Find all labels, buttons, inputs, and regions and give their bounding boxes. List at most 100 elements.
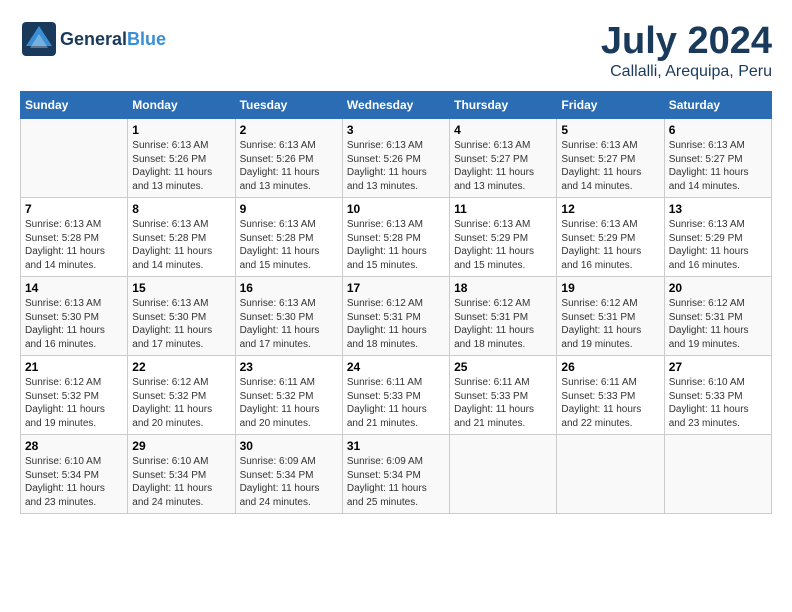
cell-info-text: Sunrise: 6:12 AM Sunset: 5:31 PM Dayligh… (454, 297, 552, 351)
day-header-thursday: Thursday (450, 92, 557, 119)
cell-info-text: Sunrise: 6:12 AM Sunset: 5:32 PM Dayligh… (132, 376, 230, 430)
calendar-cell: 20 Sunrise: 6:12 AM Sunset: 5:31 PM Dayli… (664, 277, 771, 356)
cell-date-number: 21 (25, 360, 123, 374)
calendar-cell: 5 Sunrise: 6:13 AM Sunset: 5:27 PM Daylig… (557, 119, 664, 198)
calendar-table: SundayMondayTuesdayWednesdayThursdayFrid… (20, 91, 772, 514)
calendar-cell: 16 Sunrise: 6:13 AM Sunset: 5:30 PM Dayli… (235, 277, 342, 356)
calendar-cell: 21 Sunrise: 6:12 AM Sunset: 5:32 PM Dayli… (21, 356, 128, 435)
cell-date-number: 18 (454, 281, 552, 295)
cell-date-number: 20 (669, 281, 767, 295)
cell-info-text: Sunrise: 6:09 AM Sunset: 5:34 PM Dayligh… (240, 455, 338, 509)
cell-info-text: Sunrise: 6:11 AM Sunset: 5:33 PM Dayligh… (347, 376, 445, 430)
cell-info-text: Sunrise: 6:10 AM Sunset: 5:34 PM Dayligh… (25, 455, 123, 509)
calendar-cell: 24 Sunrise: 6:11 AM Sunset: 5:33 PM Dayli… (342, 356, 449, 435)
cell-date-number: 5 (561, 123, 659, 137)
cell-date-number: 7 (25, 202, 123, 216)
cell-info-text: Sunrise: 6:11 AM Sunset: 5:33 PM Dayligh… (454, 376, 552, 430)
calendar-cell: 10Sunrise: 6:13 AM Sunset: 5:28 PM Dayli… (342, 198, 449, 277)
calendar-header-row: SundayMondayTuesdayWednesdayThursdayFrid… (21, 92, 772, 119)
calendar-cell: 14Sunrise: 6:13 AM Sunset: 5:30 PM Dayli… (21, 277, 128, 356)
calendar-cell: 29 Sunrise: 6:10 AM Sunset: 5:34 PM Dayli… (128, 435, 235, 514)
day-header-tuesday: Tuesday (235, 92, 342, 119)
cell-info-text: Sunrise: 6:13 AM Sunset: 5:28 PM Dayligh… (347, 218, 445, 272)
calendar-cell: 2 Sunrise: 6:13 AM Sunset: 5:26 PM Daylig… (235, 119, 342, 198)
calendar-cell (450, 435, 557, 514)
calendar-cell: 30 Sunrise: 6:09 AM Sunset: 5:34 PM Dayli… (235, 435, 342, 514)
cell-info-text: Sunrise: 6:13 AM Sunset: 5:28 PM Dayligh… (25, 218, 123, 272)
calendar-cell (21, 119, 128, 198)
day-header-sunday: Sunday (21, 92, 128, 119)
calendar-cell: 26 Sunrise: 6:11 AM Sunset: 5:33 PM Dayli… (557, 356, 664, 435)
calendar-cell: 17 Sunrise: 6:12 AM Sunset: 5:31 PM Dayli… (342, 277, 449, 356)
cell-info-text: Sunrise: 6:13 AM Sunset: 5:27 PM Dayligh… (561, 139, 659, 193)
cell-info-text: Sunrise: 6:13 AM Sunset: 5:27 PM Dayligh… (454, 139, 552, 193)
calendar-cell: 19Sunrise: 6:12 AM Sunset: 5:31 PM Dayli… (557, 277, 664, 356)
cell-date-number: 17 (347, 281, 445, 295)
cell-date-number: 9 (240, 202, 338, 216)
cell-date-number: 12 (561, 202, 659, 216)
logo: GeneralBlue (20, 20, 166, 58)
calendar-cell: 6Sunrise: 6:13 AM Sunset: 5:27 PM Daylig… (664, 119, 771, 198)
cell-date-number: 26 (561, 360, 659, 374)
cell-date-number: 8 (132, 202, 230, 216)
cell-info-text: Sunrise: 6:12 AM Sunset: 5:32 PM Dayligh… (25, 376, 123, 430)
calendar-cell: 9Sunrise: 6:13 AM Sunset: 5:28 PM Daylig… (235, 198, 342, 277)
cell-info-text: Sunrise: 6:13 AM Sunset: 5:29 PM Dayligh… (669, 218, 767, 272)
calendar-cell: 4 Sunrise: 6:13 AM Sunset: 5:27 PM Daylig… (450, 119, 557, 198)
calendar-cell: 13 Sunrise: 6:13 AM Sunset: 5:29 PM Dayli… (664, 198, 771, 277)
cell-info-text: Sunrise: 6:09 AM Sunset: 5:34 PM Dayligh… (347, 455, 445, 509)
calendar-week-4: 21 Sunrise: 6:12 AM Sunset: 5:32 PM Dayli… (21, 356, 772, 435)
cell-date-number: 28 (25, 439, 123, 453)
calendar-week-2: 7 Sunrise: 6:13 AM Sunset: 5:28 PM Daylig… (21, 198, 772, 277)
calendar-cell: 7 Sunrise: 6:13 AM Sunset: 5:28 PM Daylig… (21, 198, 128, 277)
calendar-title: July 2024 (601, 20, 772, 63)
day-header-monday: Monday (128, 92, 235, 119)
cell-info-text: Sunrise: 6:13 AM Sunset: 5:26 PM Dayligh… (132, 139, 230, 193)
logo-text: GeneralBlue (60, 29, 166, 50)
cell-date-number: 13 (669, 202, 767, 216)
cell-info-text: Sunrise: 6:11 AM Sunset: 5:33 PM Dayligh… (561, 376, 659, 430)
cell-date-number: 1 (132, 123, 230, 137)
cell-date-number: 16 (240, 281, 338, 295)
cell-date-number: 11 (454, 202, 552, 216)
cell-date-number: 24 (347, 360, 445, 374)
cell-info-text: Sunrise: 6:13 AM Sunset: 5:29 PM Dayligh… (561, 218, 659, 272)
cell-date-number: 4 (454, 123, 552, 137)
title-block: July 2024 Callalli, Arequipa, Peru (601, 20, 772, 81)
cell-date-number: 27 (669, 360, 767, 374)
cell-date-number: 2 (240, 123, 338, 137)
page-header: GeneralBlue July 2024 Callalli, Arequipa… (20, 20, 772, 81)
calendar-cell: 22Sunrise: 6:12 AM Sunset: 5:32 PM Dayli… (128, 356, 235, 435)
calendar-cell: 3Sunrise: 6:13 AM Sunset: 5:26 PM Daylig… (342, 119, 449, 198)
cell-info-text: Sunrise: 6:13 AM Sunset: 5:30 PM Dayligh… (240, 297, 338, 351)
calendar-cell (557, 435, 664, 514)
cell-info-text: Sunrise: 6:13 AM Sunset: 5:26 PM Dayligh… (240, 139, 338, 193)
cell-info-text: Sunrise: 6:12 AM Sunset: 5:31 PM Dayligh… (669, 297, 767, 351)
cell-date-number: 25 (454, 360, 552, 374)
cell-info-text: Sunrise: 6:12 AM Sunset: 5:31 PM Dayligh… (347, 297, 445, 351)
calendar-cell: 15Sunrise: 6:13 AM Sunset: 5:30 PM Dayli… (128, 277, 235, 356)
cell-info-text: Sunrise: 6:13 AM Sunset: 5:29 PM Dayligh… (454, 218, 552, 272)
calendar-cell: 18 Sunrise: 6:12 AM Sunset: 5:31 PM Dayli… (450, 277, 557, 356)
day-header-saturday: Saturday (664, 92, 771, 119)
cell-date-number: 6 (669, 123, 767, 137)
calendar-cell: 1 Sunrise: 6:13 AM Sunset: 5:26 PM Daylig… (128, 119, 235, 198)
calendar-subtitle: Callalli, Arequipa, Peru (601, 63, 772, 81)
calendar-cell: 25 Sunrise: 6:11 AM Sunset: 5:33 PM Dayli… (450, 356, 557, 435)
calendar-week-5: 28 Sunrise: 6:10 AM Sunset: 5:34 PM Dayli… (21, 435, 772, 514)
cell-date-number: 15 (132, 281, 230, 295)
calendar-cell (664, 435, 771, 514)
calendar-cell: 8 Sunrise: 6:13 AM Sunset: 5:28 PM Daylig… (128, 198, 235, 277)
calendar-cell: 28 Sunrise: 6:10 AM Sunset: 5:34 PM Dayli… (21, 435, 128, 514)
cell-date-number: 14 (25, 281, 123, 295)
cell-info-text: Sunrise: 6:10 AM Sunset: 5:33 PM Dayligh… (669, 376, 767, 430)
cell-info-text: Sunrise: 6:13 AM Sunset: 5:28 PM Dayligh… (132, 218, 230, 272)
cell-info-text: Sunrise: 6:10 AM Sunset: 5:34 PM Dayligh… (132, 455, 230, 509)
day-header-wednesday: Wednesday (342, 92, 449, 119)
calendar-cell: 31Sunrise: 6:09 AM Sunset: 5:34 PM Dayli… (342, 435, 449, 514)
cell-date-number: 19 (561, 281, 659, 295)
cell-date-number: 3 (347, 123, 445, 137)
cell-date-number: 30 (240, 439, 338, 453)
cell-date-number: 29 (132, 439, 230, 453)
logo-icon (20, 20, 58, 58)
